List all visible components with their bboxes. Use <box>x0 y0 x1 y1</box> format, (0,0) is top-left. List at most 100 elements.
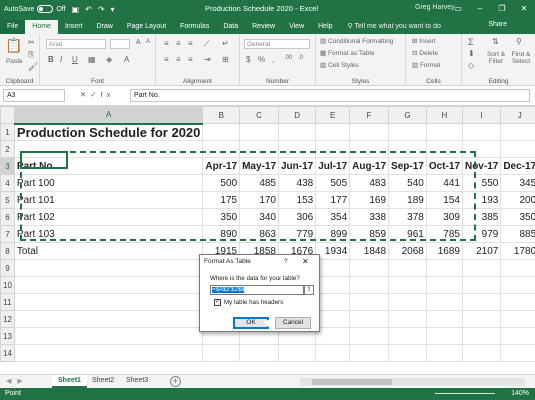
table-header-cell[interactable]: May-17 <box>239 157 279 175</box>
cell[interactable] <box>388 259 427 277</box>
cell[interactable] <box>277 123 317 141</box>
table-header-cell[interactable]: Apr-17 <box>202 157 241 175</box>
cut-icon[interactable]: ✂ <box>28 38 35 47</box>
tab-data[interactable]: Data <box>216 20 245 34</box>
row-header[interactable]: 6 <box>0 208 15 226</box>
cell[interactable] <box>388 293 427 311</box>
cell[interactable] <box>425 310 463 328</box>
name-box[interactable]: A3 <box>3 89 65 102</box>
cancel-entry-icon[interactable]: ✕ <box>80 90 90 99</box>
cell[interactable] <box>500 344 535 362</box>
bottom-align-icon[interactable]: ≡ <box>188 39 193 48</box>
currency-icon[interactable]: $ <box>246 55 250 64</box>
cell[interactable] <box>13 259 204 277</box>
tab-help[interactable]: Help <box>311 20 339 34</box>
tab-review[interactable]: Review <box>245 20 282 34</box>
cell[interactable] <box>349 276 390 294</box>
cell[interactable] <box>500 327 535 345</box>
shrink-font-icon[interactable]: A <box>146 39 150 45</box>
cell[interactable]: 354 <box>315 208 351 226</box>
cell[interactable] <box>349 327 390 345</box>
cell[interactable] <box>315 259 351 277</box>
ribbon-display-icon[interactable]: ▭ <box>447 0 469 18</box>
zoom-slider[interactable] <box>435 393 495 394</box>
cell[interactable]: Part 103 <box>13 225 204 243</box>
row-header[interactable]: 14 <box>0 344 15 362</box>
close-icon[interactable]: ✕ <box>513 0 535 18</box>
insert-function-icon[interactable]: fx <box>101 90 115 99</box>
cell[interactable] <box>349 259 390 277</box>
cell[interactable] <box>388 276 427 294</box>
cell[interactable]: 1934 <box>315 242 351 260</box>
percent-icon[interactable]: % <box>258 55 265 64</box>
table-range-input[interactable]: =$A$3:$J$8 <box>210 285 304 295</box>
cell[interactable] <box>388 310 427 328</box>
cell[interactable] <box>315 276 351 294</box>
collapse-dialog-icon[interactable]: ⇧ <box>304 285 314 295</box>
cell[interactable]: 885 <box>500 225 535 243</box>
align-right-icon[interactable]: ≡ <box>188 55 193 64</box>
cell[interactable]: 175 <box>202 191 241 209</box>
table-header-cell[interactable]: Dec-17 <box>500 157 535 175</box>
cell[interactable] <box>425 259 463 277</box>
cell[interactable] <box>202 140 241 158</box>
cell[interactable]: 863 <box>239 225 279 243</box>
cell[interactable] <box>388 140 427 158</box>
sheet-tab-sheet1[interactable]: Sheet1 <box>52 375 87 388</box>
cell[interactable] <box>425 344 463 362</box>
cell[interactable] <box>349 293 390 311</box>
cell[interactable] <box>388 327 427 345</box>
tab-draw[interactable]: Draw <box>89 20 119 34</box>
cell[interactable]: 306 <box>277 208 317 226</box>
cell[interactable] <box>500 259 535 277</box>
minimize-icon[interactable]: – <box>469 0 491 18</box>
cell[interactable] <box>13 310 204 328</box>
cell[interactable] <box>13 344 204 362</box>
conditional-formatting-button[interactable]: ▤ Conditional Formatting <box>320 37 393 45</box>
borders-icon[interactable]: ▦ <box>88 55 96 64</box>
find-select-button[interactable]: Find & Select <box>508 51 534 65</box>
cell[interactable]: 385 <box>461 208 502 226</box>
cell[interactable]: 890 <box>202 225 241 243</box>
paste-label[interactable]: Paste <box>6 58 23 65</box>
align-center-icon[interactable]: ≡ <box>176 55 181 64</box>
cell[interactable]: 340 <box>239 208 279 226</box>
font-name-box[interactable]: Arial <box>46 39 106 49</box>
table-header-cell[interactable]: Aug-17 <box>349 157 390 175</box>
decrease-decimal-icon[interactable]: .0 <box>298 55 303 61</box>
cell[interactable]: 2068 <box>388 242 427 260</box>
cell[interactable]: 350 <box>500 208 535 226</box>
wrap-text-icon[interactable]: ↵ <box>222 39 229 48</box>
cell[interactable] <box>13 276 204 294</box>
tab-formulas[interactable]: Formulas <box>173 20 216 34</box>
number-format-box[interactable]: General <box>244 39 310 49</box>
column-header[interactable]: I <box>461 106 502 124</box>
cell[interactable]: 350 <box>202 208 241 226</box>
sheet-tab-sheet2[interactable]: Sheet2 <box>86 375 120 388</box>
customize-qat-icon[interactable]: ▾ <box>111 5 115 14</box>
cell[interactable] <box>425 123 463 141</box>
share-button[interactable]: Share <box>488 21 507 28</box>
cell[interactable]: 200 <box>500 191 535 209</box>
row-header[interactable]: 1 <box>0 123 15 141</box>
cell[interactable] <box>388 123 427 141</box>
fill-icon[interactable]: ⬇ <box>468 49 475 58</box>
cell[interactable]: 309 <box>425 208 463 226</box>
row-header[interactable]: 8 <box>0 242 15 260</box>
worksheet-grid[interactable]: ABCDEFGHIJK1Production Schedule for 2020… <box>0 106 535 374</box>
autosave-toggle[interactable] <box>37 5 54 13</box>
sort-filter-button[interactable]: Sort & Filter <box>484 51 508 65</box>
cell[interactable]: Part 101 <box>13 191 204 209</box>
cell[interactable]: 483 <box>349 174 390 192</box>
cell[interactable] <box>202 344 241 362</box>
cell[interactable] <box>388 344 427 362</box>
cell[interactable] <box>315 310 351 328</box>
cell[interactable]: 1780 <box>500 242 535 260</box>
autosave[interactable]: AutoSave Off <box>4 5 66 13</box>
row-header[interactable]: 11 <box>0 293 15 311</box>
increase-decimal-icon[interactable]: .00 <box>284 55 292 61</box>
cancel-button[interactable]: Cancel <box>275 317 311 329</box>
format-as-table-button[interactable]: ▦ Format as Table <box>320 49 374 57</box>
sort-filter-icon[interactable]: ⇅ <box>492 37 499 46</box>
row-header[interactable]: 7 <box>0 225 15 243</box>
